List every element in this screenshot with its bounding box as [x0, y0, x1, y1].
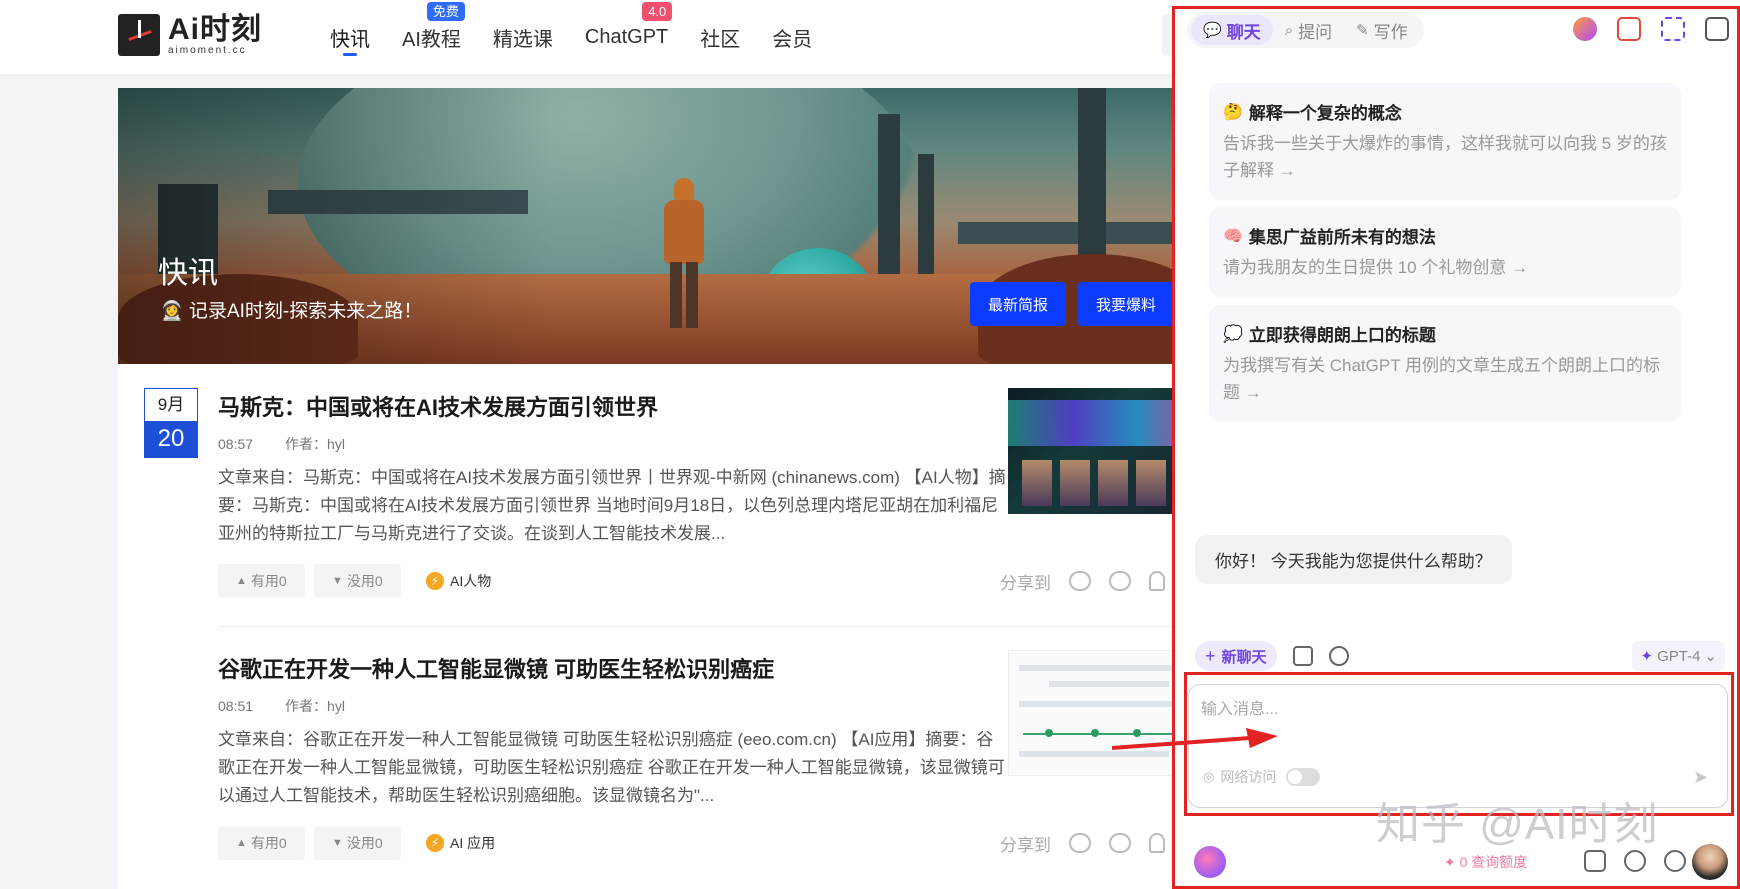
logo-brand-text: Ai时刻	[168, 13, 262, 46]
sidebar-toggle-icon[interactable]	[1705, 17, 1729, 41]
logo-domain-text: aimoment.cc	[168, 45, 247, 56]
date-badge: 9月 20	[144, 388, 198, 458]
useless-button[interactable]: ▼ 没用0	[314, 826, 401, 860]
share-label: 分享到	[1000, 573, 1051, 593]
wechat-icon[interactable]	[1109, 571, 1131, 591]
web-access-label: 网络访问	[1220, 769, 1277, 785]
pen-icon: ✎	[1356, 22, 1369, 39]
site-logo[interactable]: Ai时刻 aimoment.cc	[118, 14, 262, 56]
chat-bubble-icon: 💬	[1203, 22, 1222, 39]
annotation-arrow	[1112, 728, 1278, 750]
send-icon[interactable]: ➤	[1693, 767, 1713, 787]
share-bar: 分享到	[1000, 564, 1165, 598]
tab-write[interactable]: ✎ 写作	[1344, 15, 1420, 45]
list-item: 谷歌正在开发一种人工智能显微镜 可助医生轻松识别癌症 08:51 作者：hyl 文…	[118, 626, 1202, 889]
qq-icon[interactable]	[1149, 571, 1165, 591]
article-time: 08:51	[218, 698, 254, 714]
settings-gear-icon[interactable]	[1664, 850, 1686, 872]
brain-logo-icon[interactable]	[1194, 846, 1226, 878]
web-access-toggle[interactable]	[1286, 768, 1321, 786]
article-meta: 08:57 作者：hyl	[218, 434, 345, 454]
free-badge: 免费	[426, 2, 465, 21]
article-meta: 08:51 作者：hyl	[218, 696, 345, 716]
list-item: 9月 20 马斯克：中国或将在AI技术发展方面引领世界 08:57 作者：hyl …	[118, 364, 1202, 627]
clock-logo-icon	[118, 14, 160, 56]
date-month: 9月	[157, 395, 185, 414]
brain-icon: 🧠	[1223, 227, 1243, 245]
question-icon: ⌕	[1284, 21, 1294, 39]
article-title[interactable]: 马斯克：中国或将在AI技术发展方面引领世界	[218, 390, 658, 422]
sparkle-icon: ✦	[1444, 854, 1460, 870]
assistant-greeting: 你好！ 今天我能为您提供什么帮助？	[1195, 535, 1512, 584]
prompt-card-explain[interactable]: 🤔 解释一个复杂的概念 告诉我一些关于大爆炸的事情，这样我就可以向我 5 岁的孩子…	[1209, 83, 1681, 200]
globe-icon: ◎	[1203, 769, 1215, 784]
article-excerpt: 文章来自：谷歌正在开发一种人工智能显微镜 可助医生轻松识别癌症 (eeo.com…	[218, 730, 1005, 805]
nav-item-ai-tutorial[interactable]: AI教程 免费	[402, 0, 465, 74]
prompt-card-headline[interactable]: 💭 立即获得朗朗上口的标题 为我撰写有关 ChatGPT 用例的文章生成五个朗朗上…	[1209, 305, 1681, 422]
weibo-icon[interactable]	[1069, 833, 1091, 853]
lightning-icon: ⚡	[426, 572, 444, 590]
nav-item-community[interactable]: 社区	[700, 0, 740, 74]
nav-item-membership[interactable]: 会员	[772, 0, 812, 74]
prompt-card-brainstorm[interactable]: 🧠 集思广益前所未有的想法 请为我朋友的生日提供 10 个礼物创意 →	[1209, 207, 1681, 297]
chat-toolbar: + 新聊天 ✦ GPT-4 ⌄	[1195, 641, 1725, 671]
avatar[interactable]	[1692, 844, 1728, 880]
useful-button[interactable]: ▲ 有用0	[218, 564, 305, 598]
thinking-face-icon: 🤔	[1223, 103, 1243, 121]
gift-icon[interactable]	[1584, 850, 1606, 872]
plus-icon: +	[1205, 645, 1216, 666]
article-tag[interactable]: ⚡ AI 应用	[426, 826, 495, 860]
lightning-icon: ⚡	[426, 834, 444, 852]
nav-item-courses[interactable]: 精选课	[493, 0, 553, 74]
new-chat-button[interactable]: + 新聊天	[1195, 641, 1277, 671]
article-author[interactable]: 作者：hyl	[285, 698, 345, 714]
screenshot-icon[interactable]	[1661, 17, 1685, 41]
qq-icon[interactable]	[1149, 833, 1165, 853]
plugin-icon[interactable]	[1573, 17, 1597, 41]
panel-toolbar	[1553, 17, 1729, 41]
history-icon[interactable]	[1328, 646, 1349, 666]
panel-footer: ✦ 0 查询额度	[1180, 844, 1732, 884]
chat-mode-tabs: 💬 聊天 ⌕ 提问 ✎ 写作	[1187, 12, 1424, 48]
chevron-down-icon: ⌄	[1704, 648, 1717, 665]
wechat-icon[interactable]	[1109, 833, 1131, 853]
up-triangle-icon: ▲	[236, 575, 247, 587]
latest-briefing-button[interactable]: 最新简报	[970, 282, 1067, 326]
hero-banner: 快讯 👩‍🚀 记录AI时刻-探索未来之路！ 最新简报 我要爆料	[118, 88, 1202, 364]
share-bar: 分享到	[1000, 826, 1165, 860]
prompt-library-icon[interactable]	[1292, 646, 1313, 666]
pdf-icon[interactable]	[1617, 17, 1641, 41]
article-title[interactable]: 谷歌正在开发一种人工智能显微镜 可助医生轻松识别癌症	[218, 652, 774, 684]
up-triangle-icon: ▲	[236, 837, 247, 849]
banner-title: 快讯	[158, 257, 218, 290]
down-triangle-icon: ▼	[332, 837, 343, 849]
weibo-icon[interactable]	[1069, 571, 1091, 591]
date-day: 20	[145, 421, 197, 457]
main-nav: 快讯 AI教程 免费 精选课 ChatGPT 4.0 社区 会员	[330, 0, 844, 74]
query-quota[interactable]: ✦ 0 查询额度	[1444, 852, 1527, 872]
thought-bubble-icon: 💭	[1223, 325, 1243, 343]
banner-subtitle: 👩‍🚀 记录AI时刻-探索未来之路！	[160, 301, 423, 322]
nav-item-chatgpt[interactable]: ChatGPT 4.0	[585, 0, 673, 74]
nav-item-news[interactable]: 快讯	[330, 0, 370, 74]
version-badge: 4.0	[642, 2, 673, 21]
article-excerpt: 文章来自：马斯克：中国或将在AI技术发展方面引领世界丨世界观-中新网 (chin…	[218, 468, 1006, 543]
down-triangle-icon: ▼	[332, 575, 343, 587]
tab-chat[interactable]: 💬 聊天	[1191, 15, 1273, 45]
zhihu-watermark: 知乎 @AI时刻	[1376, 800, 1659, 849]
web-access-control: ◎ 网络访问	[1203, 767, 1321, 787]
news-list: 9月 20 马斯克：中国或将在AI技术发展方面引领世界 08:57 作者：hyl …	[118, 364, 1202, 889]
submit-tip-button[interactable]: 我要爆料	[1078, 282, 1175, 326]
sparkle-icon: ✦	[1640, 648, 1654, 665]
article-author[interactable]: 作者：hyl	[285, 436, 345, 452]
article-time: 08:57	[218, 436, 254, 452]
useless-button[interactable]: ▼ 没用0	[314, 564, 401, 598]
model-selector[interactable]: ✦ GPT-4 ⌄	[1632, 641, 1725, 671]
article-tag[interactable]: ⚡ AI人物	[426, 564, 491, 598]
tab-ask[interactable]: ⌕ 提问	[1273, 15, 1344, 45]
rocket-icon[interactable]	[1624, 850, 1646, 872]
share-label: 分享到	[1000, 835, 1051, 855]
useful-button[interactable]: ▲ 有用0	[218, 826, 305, 860]
